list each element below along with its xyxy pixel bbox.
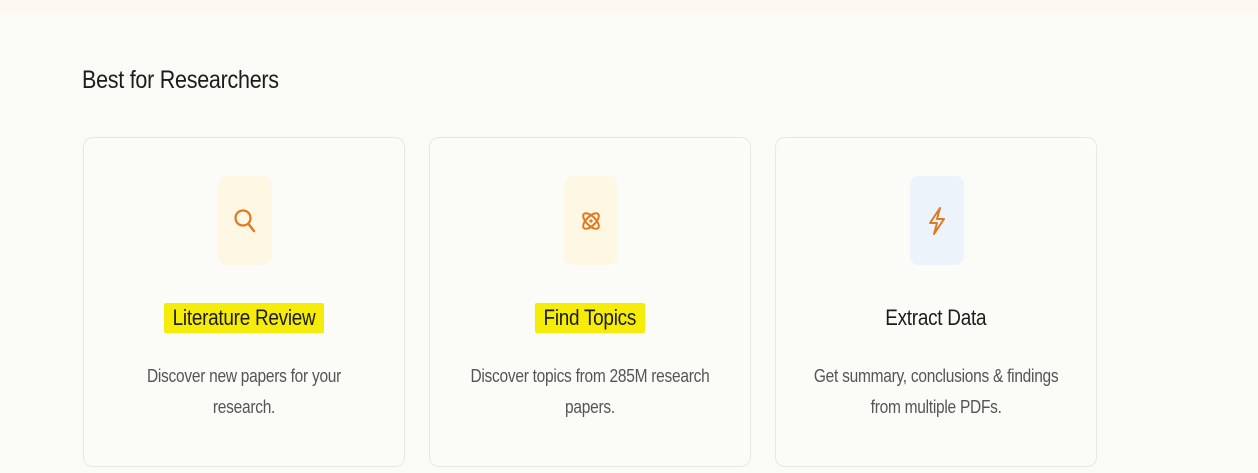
card-description-line: Discover topics from 285M research [470,366,710,386]
card-literature-review[interactable]: Literature Review Discover new papers fo… [83,137,405,467]
icon-tile [218,176,272,265]
card-title: Find Topics [535,303,645,333]
search-icon [232,207,258,235]
atom-icon [578,207,604,235]
card-description: Discover new papers for your research. [94,361,394,423]
lightning-icon [924,206,950,236]
icon-tile [564,176,618,265]
card-description: Get summary, conclusions & findings from… [786,361,1086,423]
card-title: Extract Data [885,305,987,330]
section-title: Best for Researchers [82,66,279,94]
card-description-line: from multiple PDFs. [870,397,1002,417]
card-find-topics[interactable]: Find Topics Discover topics from 285M re… [429,137,751,467]
icon-tile [910,176,964,265]
card-description-text: Discover new papers for your research. [146,366,342,417]
card-title: Literature Review [163,303,325,333]
card-description: Discover topics from 285M research paper… [440,361,740,423]
card-description-line: papers. [565,397,615,417]
card-extract-data[interactable]: Extract Data Get summary, conclusions & … [775,137,1097,467]
card-description-line: Get summary, conclusions & findings [813,366,1059,386]
